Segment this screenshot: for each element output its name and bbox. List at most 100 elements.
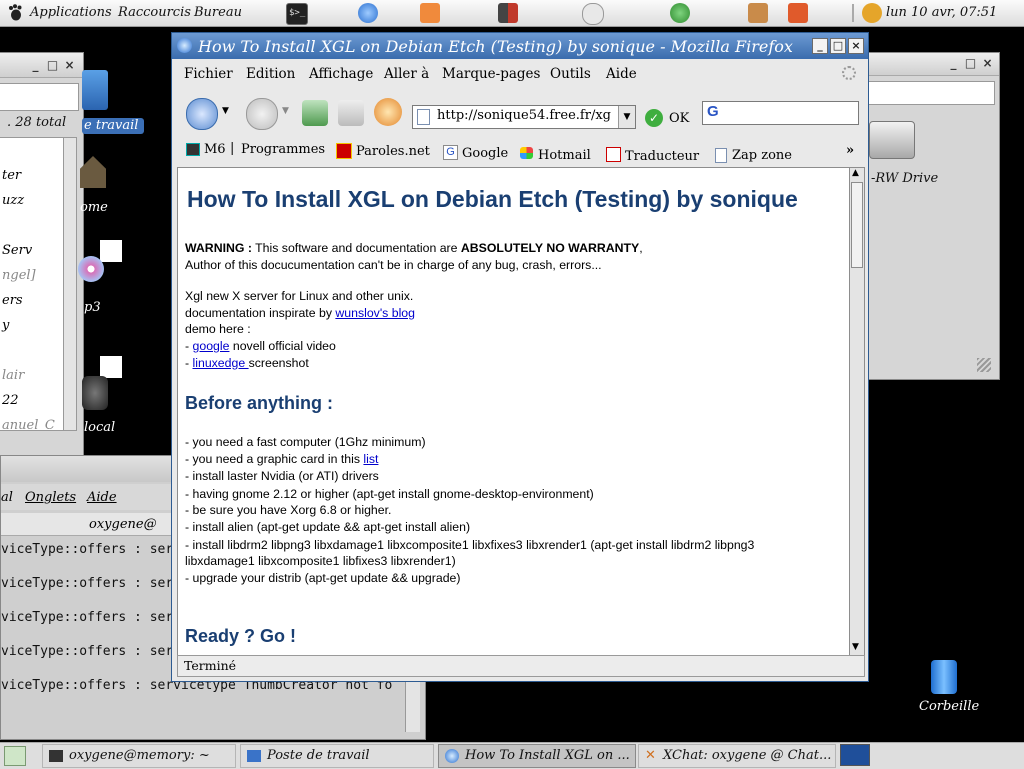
menu-go[interactable]: Aller à [384,66,429,82]
desktop-menu[interactable]: Bureau [194,5,242,20]
menu-file[interactable]: Fichier [184,66,233,82]
taskbar-item-computer[interactable]: Poste de travail [240,744,434,768]
clock-launcher-icon[interactable] [582,3,604,25]
forward-dropdown-icon[interactable]: ▼ [282,106,289,116]
tools-launcher-icon[interactable] [788,3,808,23]
menu-tools[interactable]: Outils [550,66,591,82]
bookmark-paroles[interactable]: Paroles.net [356,144,430,159]
list-item[interactable]: y [2,318,9,333]
location-bar[interactable] [0,83,79,111]
home-button-icon[interactable] [374,98,402,126]
minimize-button[interactable]: _ [29,59,42,72]
shortcuts-menu[interactable]: Raccourcis [118,5,191,20]
back-button-icon[interactable] [186,98,218,130]
music-launcher-icon[interactable] [670,3,690,23]
page-content[interactable]: How To Install XGL on Debian Etch (Testi… [177,167,851,657]
applications-menu[interactable]: Applications [30,5,112,20]
logout-launcher-icon[interactable] [498,3,518,23]
reload-button-icon[interactable] [302,100,328,126]
menu-bookmarks[interactable]: Marque-pages [442,66,540,82]
list-item[interactable]: Serv [2,243,32,258]
show-desktop-icon[interactable] [4,746,26,766]
trash-label[interactable]: Corbeille [919,699,979,714]
home-label[interactable]: ome [80,200,108,215]
list-item[interactable]: lair [2,368,24,383]
taskbar-item-firefox[interactable]: How To Install XGL on ... [438,744,636,768]
firefox-titlebar[interactable]: How To Install XGL on Debian Etch (Testi… [172,33,868,59]
list-item[interactable]: ter [2,168,21,183]
poste-travail-label[interactable]: e travail [82,118,145,134]
graphic-card-list-link[interactable]: list [363,452,378,466]
tabs-menu[interactable]: Onglets [25,490,76,505]
terminal-menu-item[interactable]: al [1,490,13,505]
clock[interactable]: lun 10 avr, 07:51 [886,5,997,20]
section-heading: Ready ? Go ! [185,626,297,646]
scroll-up-icon[interactable]: ▲ [852,168,859,178]
trash-icon[interactable] [931,660,957,694]
help-menu[interactable]: Aide [87,490,117,505]
taskbar-label: XChat: oxygene @ Chat... [663,748,832,763]
speaker-icon[interactable] [82,376,108,410]
list-item[interactable]: uzz [2,193,24,208]
firefox-icon [445,748,459,763]
scroll-thumb[interactable] [851,182,863,268]
cd-icon[interactable] [78,256,104,282]
page-scrollbar[interactable]: ▲ ▼ [849,167,865,657]
bookmark-zapzone[interactable]: Zap zone [732,148,792,163]
warning-label: WARNING : [185,241,252,255]
maximize-button[interactable]: □ [964,57,977,70]
minimize-button[interactable]: _ [812,38,828,54]
messenger-launcher-icon[interactable] [358,3,378,23]
maximize-button[interactable]: □ [830,38,846,54]
scroll-down-icon[interactable]: ▼ [852,642,859,652]
close-button[interactable]: × [63,59,76,72]
location-bar[interactable] [867,81,995,105]
google-video-link[interactable]: google [193,339,230,353]
list-item[interactable]: ers [2,293,23,308]
bookmark-traducteur[interactable]: Traducteur [625,149,699,164]
forward-button-icon[interactable] [246,98,278,130]
go-button-label[interactable]: OK [669,111,689,126]
menu-help[interactable]: Aide [606,66,637,82]
close-button[interactable]: × [981,57,994,70]
list-item[interactable]: ngel] [2,268,36,283]
close-button[interactable]: × [848,38,864,54]
bookmark-hotmail[interactable]: Hotmail [538,148,591,163]
stop-button-icon[interactable] [338,100,364,126]
bookmark-google[interactable]: Google [462,146,508,161]
notification-icon[interactable] [862,3,882,23]
menu-edit[interactable]: Edition [246,66,295,82]
mp3-label[interactable]: p3 [84,300,101,315]
mascot-launcher-icon[interactable] [748,3,768,23]
more-bookmarks-icon[interactable]: » [846,143,854,158]
file-list-scrollbar[interactable] [63,137,77,431]
maximize-button[interactable]: □ [46,59,59,72]
back-dropdown-icon[interactable]: ▼ [222,106,229,116]
taskbar-item-terminal[interactable]: oxygene@memory: ~ [42,744,236,768]
local-label[interactable]: local [84,420,115,435]
warning-text: This software and documentation are [251,241,461,255]
minimize-button[interactable]: _ [947,57,960,70]
bookmark-m6[interactable]: M6 [204,142,226,157]
arrow-shortcut-icon [100,240,122,262]
taskbar-item-xchat[interactable]: ✕ XChat: oxygene @ Chat... [638,744,836,768]
go-icon[interactable]: ✓ [645,109,663,127]
feed-launcher-icon[interactable] [420,3,440,23]
menu-view[interactable]: Affichage [309,66,373,82]
search-input[interactable]: G [702,101,859,125]
drive-icon[interactable] [869,121,915,159]
terminal-launcher-icon[interactable]: $>_ [286,3,308,25]
computer-icon[interactable] [82,70,108,110]
rw-drive-label[interactable]: -RW Drive [871,171,938,186]
linuxedge-link[interactable]: linuxedge [193,356,249,370]
search-engine-icon[interactable]: G [707,103,719,120]
list-item[interactable]: 22 [2,393,19,408]
workspace-switcher-icon[interactable] [840,744,870,766]
resize-grip[interactable] [977,358,991,372]
url-input[interactable]: http://sonique54.free.fr/xg ▼ [412,105,636,129]
gnome-foot-icon[interactable] [8,4,24,21]
bookmark-programmes[interactable]: Programmes [241,142,325,157]
url-dropdown-icon[interactable]: ▼ [618,106,635,128]
wunslov-blog-link[interactable]: wunslov's blog [335,306,415,320]
list-item[interactable]: anuel_C [2,418,55,430]
